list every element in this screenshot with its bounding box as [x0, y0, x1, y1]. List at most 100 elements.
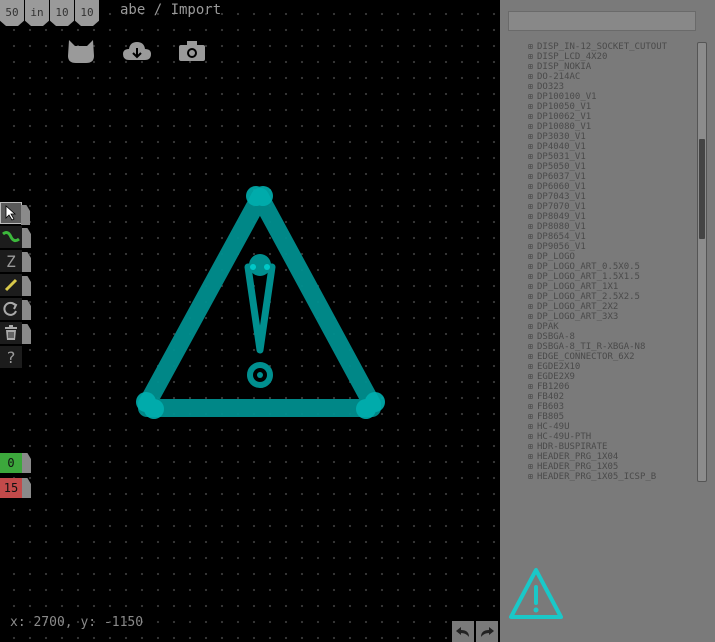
part-list-item[interactable]: ⊞ DP7043_V1 — [528, 192, 667, 202]
warning-symbol[interactable] — [0, 0, 500, 642]
expand-icon[interactable]: ⊞ — [528, 312, 537, 322]
redo-icon — [481, 626, 494, 637]
expand-icon[interactable]: ⊞ — [528, 142, 537, 152]
part-list-item[interactable]: ⊞ HEADER_PRG_1X05 — [528, 462, 667, 472]
part-list-item[interactable]: ⊞ HEADER_PRG_1X04 — [528, 452, 667, 462]
part-list-item[interactable]: ⊞ DP9056_V1 — [528, 242, 667, 252]
expand-icon[interactable]: ⊞ — [528, 92, 537, 102]
part-list-scrollbar[interactable] — [697, 42, 707, 482]
part-list-item[interactable]: ⊞ DP8654_V1 — [528, 232, 667, 242]
part-list-item[interactable]: ⊞ DO-214AC — [528, 72, 667, 82]
part-name: DP6060_V1 — [537, 182, 586, 192]
expand-icon[interactable]: ⊞ — [528, 422, 537, 432]
expand-icon[interactable]: ⊞ — [528, 222, 537, 232]
part-list-item[interactable]: ⊞ DP_LOGO_ART_1X1 — [528, 282, 667, 292]
part-list-item[interactable]: ⊞ HC-49U-PTH — [528, 432, 667, 442]
part-list-item[interactable]: ⊞ DO323 — [528, 82, 667, 92]
expand-icon[interactable]: ⊞ — [528, 462, 537, 472]
part-name: DISP_NOKIA — [537, 62, 592, 72]
expand-icon[interactable]: ⊞ — [528, 402, 537, 412]
expand-icon[interactable]: ⊞ — [528, 472, 537, 482]
part-list-item[interactable]: ⊞ DP10080_V1 — [528, 122, 667, 132]
part-list-item[interactable]: ⊞ DP100100_V1 — [528, 92, 667, 102]
expand-icon[interactable]: ⊞ — [528, 292, 537, 302]
expand-icon[interactable]: ⊞ — [528, 132, 537, 142]
part-list-item[interactable]: ⊞ DP_LOGO_ART_1.5X1.5 — [528, 272, 667, 282]
part-list-item[interactable]: ⊞ DISP_LCD_4X20 — [528, 52, 667, 62]
scrollbar-thumb[interactable] — [699, 139, 705, 239]
expand-icon[interactable]: ⊞ — [528, 192, 537, 202]
expand-icon[interactable]: ⊞ — [528, 212, 537, 222]
part-list-item[interactable]: ⊞ DP10050_V1 — [528, 102, 667, 112]
part-list-item[interactable]: ⊞ DP3030_V1 — [528, 132, 667, 142]
expand-icon[interactable]: ⊞ — [528, 392, 537, 402]
part-list-item[interactable]: ⊞ EDGE_CONNECTOR_6X2 — [528, 352, 667, 362]
expand-icon[interactable]: ⊞ — [528, 342, 537, 352]
expand-icon[interactable]: ⊞ — [528, 382, 537, 392]
part-list-item[interactable]: ⊞ DP10062_V1 — [528, 112, 667, 122]
part-name: DP100100_V1 — [537, 92, 597, 102]
part-list-item[interactable]: ⊞ DP8080_V1 — [528, 222, 667, 232]
expand-icon[interactable]: ⊞ — [528, 322, 537, 332]
expand-icon[interactable]: ⊞ — [528, 432, 537, 442]
part-list-item[interactable]: ⊞ FB402 — [528, 392, 667, 402]
expand-icon[interactable]: ⊞ — [528, 272, 537, 282]
expand-icon[interactable]: ⊞ — [528, 52, 537, 62]
expand-icon[interactable]: ⊞ — [528, 42, 537, 52]
part-list-item[interactable]: ⊞ DP_LOGO_ART_3X3 — [528, 312, 667, 322]
expand-icon[interactable]: ⊞ — [528, 332, 537, 342]
part-list-item[interactable]: ⊞ DISP_IN-12_SOCKET_CUTOUT — [528, 42, 667, 52]
expand-icon[interactable]: ⊞ — [528, 362, 537, 372]
expand-icon[interactable]: ⊞ — [528, 252, 537, 262]
redo-button[interactable] — [476, 621, 498, 642]
part-list-item[interactable]: ⊞ EGDE2X9 — [528, 372, 667, 382]
part-list-item[interactable]: ⊞ DP6037_V1 — [528, 172, 667, 182]
part-list-item[interactable]: ⊞ DP6060_V1 — [528, 182, 667, 192]
expand-icon[interactable]: ⊞ — [528, 152, 537, 162]
expand-icon[interactable]: ⊞ — [528, 452, 537, 462]
expand-icon[interactable]: ⊞ — [528, 172, 537, 182]
expand-icon[interactable]: ⊞ — [528, 262, 537, 272]
expand-icon[interactable]: ⊞ — [528, 162, 537, 172]
expand-icon[interactable]: ⊞ — [528, 202, 537, 212]
expand-icon[interactable]: ⊞ — [528, 112, 537, 122]
part-list-item[interactable]: ⊞ HC-49U — [528, 422, 667, 432]
part-list-item[interactable]: ⊞ DP4040_V1 — [528, 142, 667, 152]
part-list-item[interactable]: ⊞ DP_LOGO_ART_2.5X2.5 — [528, 292, 667, 302]
part-list-item[interactable]: ⊞ EGDE2X10 — [528, 362, 667, 372]
part-list-item[interactable]: ⊞ DP_LOGO — [528, 252, 667, 262]
part-list-item[interactable]: ⊞ DP_LOGO_ART_0.5X0.5 — [528, 262, 667, 272]
expand-icon[interactable]: ⊞ — [528, 372, 537, 382]
part-list-item[interactable]: ⊞ FB1206 — [528, 382, 667, 392]
part-list-item[interactable]: ⊞ DP8049_V1 — [528, 212, 667, 222]
undo-button[interactable] — [452, 621, 474, 642]
expand-icon[interactable]: ⊞ — [528, 102, 537, 112]
part-list-item[interactable]: ⊞ FB603 — [528, 402, 667, 412]
expand-icon[interactable]: ⊞ — [528, 242, 537, 252]
expand-icon[interactable]: ⊞ — [528, 412, 537, 422]
part-list-item[interactable]: ⊞ FB805 — [528, 412, 667, 422]
part-list-item[interactable]: ⊞ DP5050_V1 — [528, 162, 667, 172]
part-list-item[interactable]: ⊞ DPAK — [528, 322, 667, 332]
expand-icon[interactable]: ⊞ — [528, 282, 537, 292]
expand-icon[interactable]: ⊞ — [528, 182, 537, 192]
part-list-item[interactable]: ⊞ DP5031_V1 — [528, 152, 667, 162]
expand-icon[interactable]: ⊞ — [528, 72, 537, 82]
expand-icon[interactable]: ⊞ — [528, 232, 537, 242]
part-name: DO323 — [537, 82, 565, 92]
part-name: FB402 — [537, 392, 565, 402]
part-search-input[interactable] — [508, 11, 696, 31]
part-list-item[interactable]: ⊞ HDR-BUSPIRATE — [528, 442, 667, 452]
expand-icon[interactable]: ⊞ — [528, 62, 537, 72]
part-list-item[interactable]: ⊞ DSBGA-8_TI_R-XBGA-N8 — [528, 342, 667, 352]
part-list-item[interactable]: ⊞ DSBGA-8 — [528, 332, 667, 342]
expand-icon[interactable]: ⊞ — [528, 442, 537, 452]
expand-icon[interactable]: ⊞ — [528, 352, 537, 362]
expand-icon[interactable]: ⊞ — [528, 82, 537, 92]
expand-icon[interactable]: ⊞ — [528, 122, 537, 132]
part-list-item[interactable]: ⊞ DP7070_V1 — [528, 202, 667, 212]
part-list-item[interactable]: ⊞ HEADER_PRG_1X05_ICSP_B — [528, 472, 667, 482]
part-list-item[interactable]: ⊞ DISP_NOKIA — [528, 62, 667, 72]
expand-icon[interactable]: ⊞ — [528, 302, 537, 312]
part-list-item[interactable]: ⊞ DP_LOGO_ART_2X2 — [528, 302, 667, 312]
